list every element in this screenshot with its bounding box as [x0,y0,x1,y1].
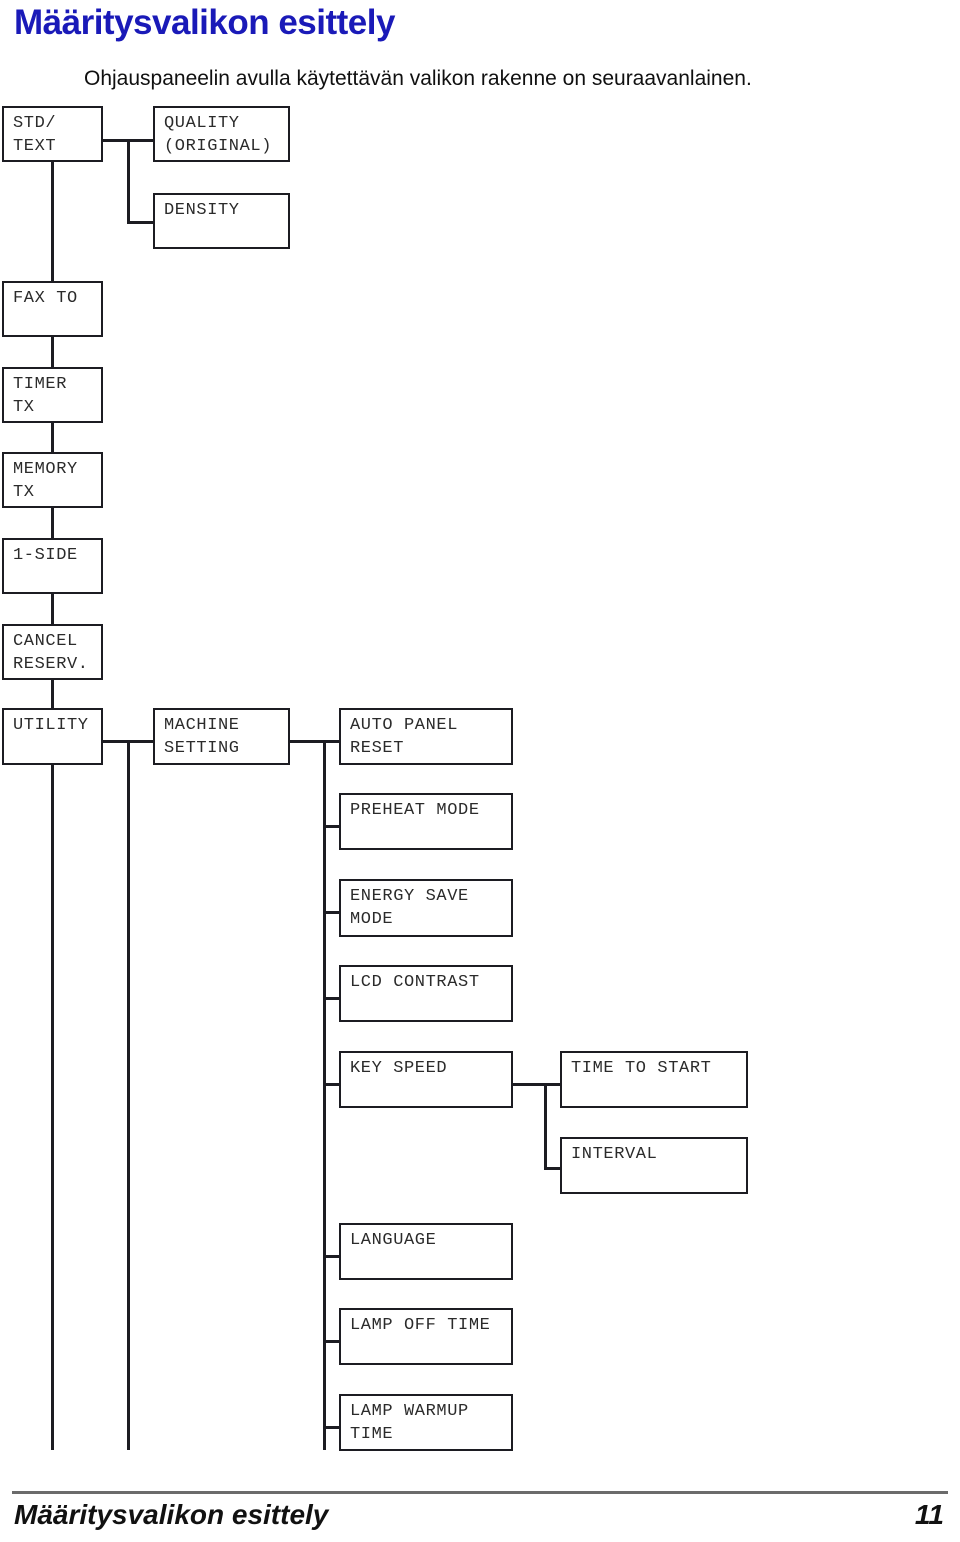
menu-node-label: KEY SPEED [350,1059,448,1078]
menu-node-label: UTILITY [13,716,89,735]
menu-node-label: ENERGY SAVE MODE [350,887,469,929]
connector-branch-density [127,221,155,224]
menu-node-timer-tx: TIMER TX [2,367,103,423]
footer-title: Määritysvalikon esittely [14,1499,329,1530]
menu-node-fax-to: FAX TO [2,281,103,337]
page-root: Määritysvalikon esittely Ohjauspaneelin … [0,0,960,1542]
connector-branch-trunk-1 [127,139,130,224]
menu-node-quality: QUALITY (ORIGINAL) [153,106,290,162]
connector-fax-to-timer [51,337,54,368]
menu-node-label: LAMP WARMUP TIME [350,1402,469,1444]
menu-node-key-speed: KEY SPEED [339,1051,513,1108]
connector-utility-to-trunk-h [103,740,130,743]
connector-key-trunk [544,1083,547,1170]
menu-node-lamp-off-time: LAMP OFF TIME [339,1308,513,1365]
menu-node-lcd-contrast: LCD CONTRAST [339,965,513,1022]
connector-std-to-trunk-h [103,139,130,142]
menu-node-interval: INTERVAL [560,1137,748,1194]
connector-memory-to-1side [51,508,54,539]
menu-node-label: 1-SIDE [13,546,78,565]
menu-node-memory-tx: MEMORY TX [2,452,103,508]
menu-structure-diagram: STD/ TEXT QUALITY (ORIGINAL) DENSITY FAX TO… [0,0,960,1470]
menu-node-label: LANGUAGE [350,1231,437,1250]
menu-node-machine-setting: MACHINE SETTING [153,708,290,765]
menu-node-label: TIMER TX [13,375,68,417]
footer-divider [12,1491,948,1494]
menu-node-language: LANGUAGE [339,1223,513,1280]
menu-node-energy-save: ENERGY SAVE MODE [339,879,513,937]
connector-machine-to-trunk-h [290,740,326,743]
connector-trunk-to-machine [127,740,155,743]
menu-node-time-to-start: TIME TO START [560,1051,748,1108]
menu-node-auto-panel-reset: AUTO PANEL RESET [339,708,513,765]
connector-cancel-to-utility [51,680,54,709]
menu-node-cancel-reserv: CANCEL RESERV. [2,624,103,680]
connector-machine-trunk [323,740,326,1450]
connector-1side-to-cancel [51,594,54,625]
menu-node-std-text: STD/ TEXT [2,106,103,162]
menu-node-label: LCD CONTRAST [350,973,480,992]
menu-node-label: INTERVAL [571,1145,658,1164]
menu-node-label: DENSITY [164,201,240,220]
menu-node-label: CANCEL RESERV. [13,632,89,674]
connector-utility-tail [51,765,54,1450]
menu-node-utility: UTILITY [2,708,103,765]
menu-node-label: TIME TO START [571,1059,712,1078]
menu-node-label: MEMORY TX [13,460,78,502]
footer-page-number: 11 [914,1499,944,1530]
connector-utility-trunk [127,740,130,1450]
menu-node-label: FAX TO [13,289,78,308]
connector-branch-quality [127,139,155,142]
menu-node-preheat-mode: PREHEAT MODE [339,793,513,850]
menu-node-density: DENSITY [153,193,290,249]
menu-node-label: AUTO PANEL RESET [350,716,459,758]
menu-node-one-side: 1-SIDE [2,538,103,594]
connector-timer-to-memory [51,423,54,453]
menu-node-label: STD/ TEXT [13,114,57,156]
connector-key-to-trunk-h [513,1083,547,1086]
menu-node-lamp-warmup: LAMP WARMUP TIME [339,1394,513,1451]
menu-node-label: MACHINE SETTING [164,716,240,758]
menu-node-label: QUALITY (ORIGINAL) [164,114,273,156]
menu-node-label: LAMP OFF TIME [350,1316,491,1335]
menu-node-label: PREHEAT MODE [350,801,480,820]
connector-std-to-fax [51,162,54,282]
